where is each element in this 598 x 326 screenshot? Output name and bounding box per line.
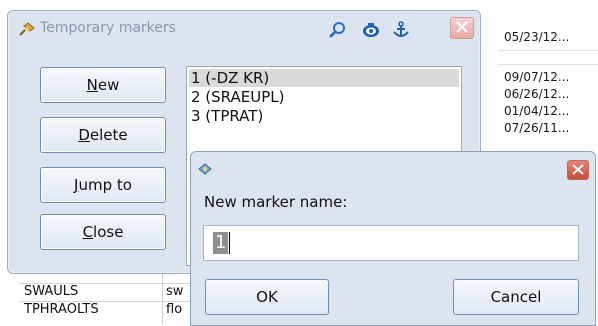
- date-cell: 05/23/12...: [504, 30, 570, 44]
- row-separator: [498, 50, 598, 51]
- marker-name-value: 1: [213, 232, 229, 254]
- row-name: SWAULS: [24, 284, 79, 299]
- marker-pin-icon: [18, 21, 36, 37]
- row-name: TPHRAOLTS: [24, 302, 99, 317]
- window-title: Temporary markers: [40, 20, 176, 36]
- list-item[interactable]: 3 (TPRAT): [189, 107, 459, 125]
- text-caret: [229, 232, 230, 254]
- date-cell: 09/07/12...: [504, 70, 570, 84]
- date-cell: 06/26/12...: [504, 87, 570, 101]
- close-icon[interactable]: [567, 160, 589, 180]
- eye-icon[interactable]: [361, 21, 381, 39]
- row-separator: [498, 64, 598, 65]
- new-button[interactable]: New: [40, 67, 166, 103]
- new-marker-name-dialog: New marker name: 1 OK Cancel: [190, 151, 596, 326]
- title-bar[interactable]: Temporary markers: [8, 11, 480, 47]
- list-item[interactable]: 2 (SRAEUPL): [189, 88, 459, 106]
- close-icon[interactable]: [450, 17, 474, 39]
- list-item[interactable]: 1 (-DZ KR): [189, 69, 459, 87]
- close-button[interactable]: Close: [40, 214, 166, 250]
- anchor-icon[interactable]: [391, 21, 411, 39]
- dialog-app-icon: [197, 162, 213, 176]
- delete-button[interactable]: Delete: [40, 117, 166, 153]
- date-cell: 07/26/11...: [504, 121, 570, 135]
- search-icon[interactable]: [328, 21, 348, 39]
- cancel-button[interactable]: Cancel: [453, 279, 579, 315]
- ok-button[interactable]: OK: [205, 279, 329, 315]
- prompt-label: New marker name:: [204, 193, 348, 211]
- date-cell: 01/04/12...: [504, 104, 570, 118]
- marker-name-input[interactable]: 1: [203, 225, 579, 261]
- jump-to-button[interactable]: Jump to: [40, 167, 166, 203]
